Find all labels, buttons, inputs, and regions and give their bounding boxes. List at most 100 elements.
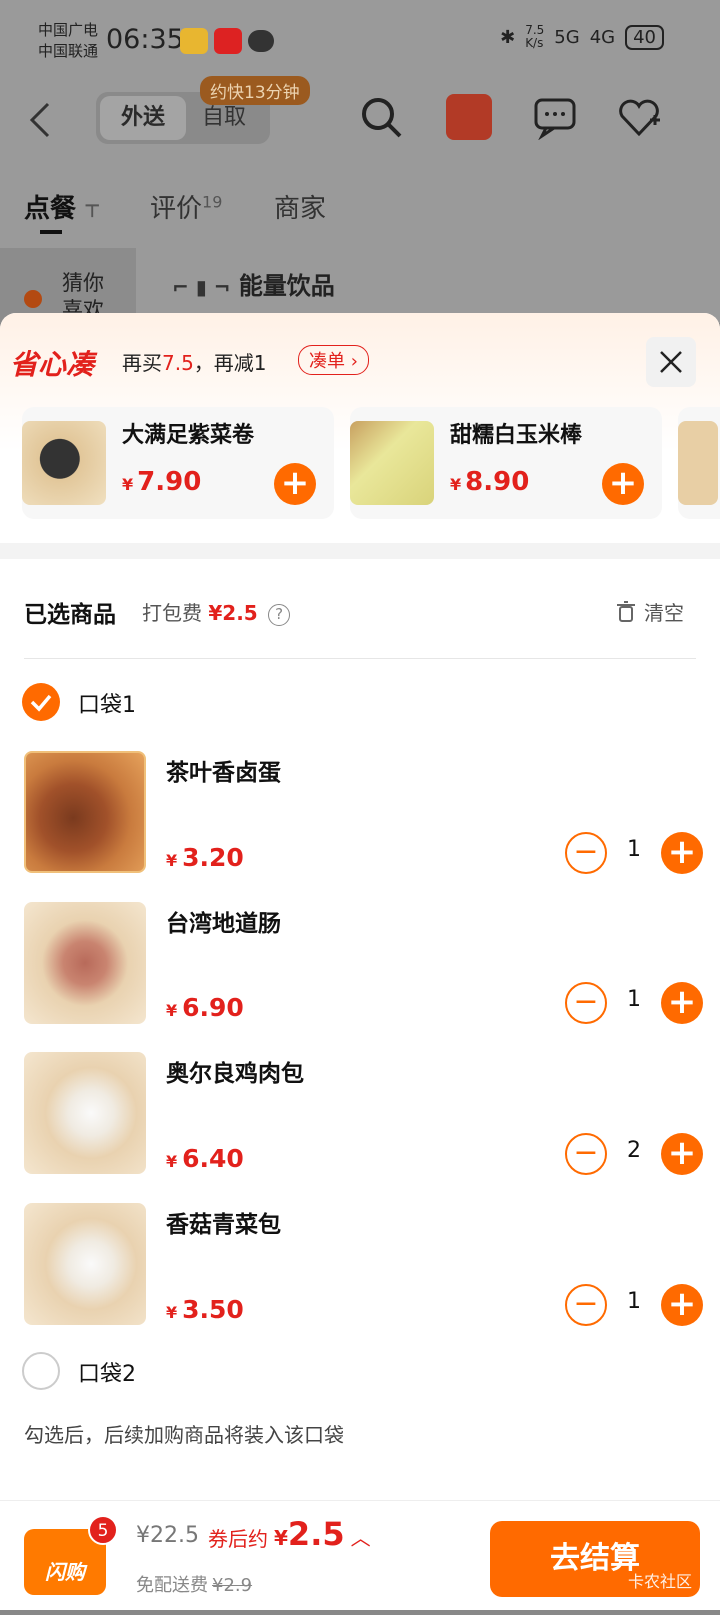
bluetooth-icon: ✱ bbox=[500, 26, 516, 48]
product-image bbox=[24, 1203, 146, 1325]
packing-value: ¥2.5 bbox=[208, 601, 258, 625]
promo-text: 再买7.5，再减1 bbox=[122, 347, 267, 376]
drink-icon: ⌐ ▮ ¬ bbox=[172, 275, 231, 299]
quantity: 1 bbox=[627, 1289, 641, 1314]
price-value: 6.40 bbox=[182, 1144, 244, 1173]
pickup-tip-badge: 约快13分钟 bbox=[200, 76, 310, 105]
add-button[interactable]: + bbox=[602, 463, 644, 505]
checkout-bar: 闪购 5 ¥22.5 券后约 ¥2.5 ︿ 免配送费 ¥2.9 去结算 bbox=[0, 1500, 720, 1610]
tab-order[interactable]: 点餐 ⊤ bbox=[24, 188, 100, 225]
sort-top-icon: ⊤ bbox=[84, 201, 101, 222]
signal-5g: 5G bbox=[554, 26, 580, 48]
item-price: ¥6.40 bbox=[166, 1144, 244, 1173]
recommend-card[interactable]: 甜糯白玉米棒 ¥8.90 + bbox=[350, 407, 662, 519]
close-button[interactable] bbox=[646, 337, 696, 387]
status-time: 06:35 bbox=[106, 24, 184, 55]
price-value: 3.20 bbox=[182, 843, 244, 872]
recommend-card[interactable]: 大满足紫菜卷 ¥7.90 + bbox=[22, 407, 334, 519]
watermark: 卡农社区 bbox=[628, 1572, 693, 1591]
clear-label: 清空 bbox=[644, 601, 684, 625]
packing-label: 打包费 bbox=[142, 601, 202, 625]
delivery-old-price: ¥2.9 bbox=[212, 1575, 253, 1596]
currency: ¥ bbox=[274, 1526, 288, 1550]
tab-order-label: 点餐 bbox=[24, 194, 77, 224]
decrease-button[interactable]: − bbox=[565, 1133, 607, 1175]
combine-button[interactable]: 凑单 › bbox=[298, 345, 369, 375]
increase-button[interactable]: + bbox=[661, 832, 703, 874]
currency: ¥ bbox=[166, 851, 178, 870]
item-name: 奥尔良鸡肉包 bbox=[166, 1061, 304, 1087]
quantity: 2 bbox=[627, 1138, 641, 1163]
promo-suffix: ，再减1 bbox=[193, 351, 267, 375]
product-image bbox=[24, 1052, 146, 1174]
item-name: 香菇青菜包 bbox=[166, 1212, 281, 1238]
background-page: 中国广电 中国联通 06:35 ✱ 7.5 K/s 5G 4G 40 外送 自取… bbox=[0, 0, 720, 323]
tab-delivery[interactable]: 外送 bbox=[100, 96, 186, 140]
product-name: 大满足紫菜卷 bbox=[122, 423, 255, 448]
favorite-add-icon[interactable] bbox=[616, 94, 662, 140]
category-guess[interactable]: 猜你喜欢 bbox=[0, 248, 136, 323]
message-icon bbox=[248, 30, 274, 52]
signal-4g: 4G bbox=[589, 26, 616, 48]
check-icon bbox=[30, 694, 52, 712]
increase-button[interactable]: + bbox=[661, 1133, 703, 1175]
tab-review-label: 评价 bbox=[150, 194, 203, 224]
product-price: ¥8.90 bbox=[450, 467, 529, 497]
clear-button[interactable]: 清空 bbox=[616, 597, 684, 626]
price-value: 3.50 bbox=[182, 1295, 244, 1324]
product-image bbox=[24, 902, 146, 1024]
product-image bbox=[350, 421, 434, 505]
promo-panel: 省心凑 再买7.5，再减1 凑单 › 大满足紫菜卷 ¥7.90 + 甜糯白玉米棒… bbox=[0, 313, 720, 543]
battery-indicator: 40 bbox=[625, 24, 664, 50]
tab-review[interactable]: 评价19 bbox=[150, 188, 222, 225]
promo-prefix: 再买 bbox=[122, 351, 162, 375]
decrease-button[interactable]: − bbox=[565, 1284, 607, 1326]
item-name: 茶叶香卤蛋 bbox=[166, 760, 281, 786]
after-coupon-price[interactable]: ¥2.5 ︿ bbox=[274, 1515, 371, 1553]
price-value: 6.90 bbox=[182, 993, 244, 1022]
decrease-button[interactable]: − bbox=[565, 982, 607, 1024]
xiaohongshu-icon bbox=[214, 28, 242, 54]
close-icon bbox=[660, 351, 682, 373]
currency: ¥ bbox=[166, 1001, 178, 1020]
section-title: ⌐ ▮ ¬ 能量饮品 bbox=[172, 266, 335, 301]
search-icon[interactable] bbox=[358, 94, 404, 140]
red-packet-icon[interactable] bbox=[446, 94, 492, 140]
decrease-button[interactable]: − bbox=[565, 832, 607, 874]
price-value: 8.90 bbox=[465, 467, 530, 497]
bag-checkbox-checked[interactable] bbox=[22, 683, 60, 721]
currency: ¥ bbox=[450, 475, 462, 494]
currency: ¥ bbox=[166, 1303, 178, 1322]
selected-title: 已选商品 bbox=[24, 602, 116, 628]
bag-label: 口袋2 bbox=[78, 1362, 136, 1387]
currency: ¥ bbox=[166, 1152, 178, 1171]
back-icon[interactable] bbox=[26, 100, 56, 140]
chat-icon[interactable] bbox=[532, 94, 578, 140]
tab-underline bbox=[40, 230, 62, 234]
cart-sheet: 省心凑 再买7.5，再减1 凑单 › 大满足紫菜卷 ¥7.90 + 甜糯白玉米棒… bbox=[0, 313, 720, 1610]
add-button[interactable]: + bbox=[274, 463, 316, 505]
packing-fee: 打包费 ¥2.5 ? bbox=[142, 597, 291, 626]
divider bbox=[0, 543, 720, 559]
product-image bbox=[22, 421, 106, 505]
help-icon[interactable]: ? bbox=[268, 603, 291, 626]
item-price: ¥3.50 bbox=[166, 1295, 244, 1324]
separator bbox=[24, 658, 696, 659]
promo-amount: 7.5 bbox=[162, 351, 194, 375]
product-price: ¥7.90 bbox=[122, 467, 201, 497]
bag-checkbox-unchecked[interactable] bbox=[22, 1352, 60, 1390]
product-image bbox=[24, 751, 146, 873]
item-price: ¥3.20 bbox=[166, 843, 244, 872]
status-right: ✱ 7.5 K/s 5G 4G 40 bbox=[500, 24, 664, 50]
product-image bbox=[678, 421, 718, 505]
section-title-label: 能量饮品 bbox=[238, 272, 335, 300]
quantity: 1 bbox=[627, 987, 641, 1012]
promo-brand: 省心凑 bbox=[10, 348, 95, 381]
carrier-info: 中国广电 中国联通 bbox=[38, 20, 98, 62]
tab-merchant[interactable]: 商家 bbox=[274, 188, 326, 225]
trash-icon bbox=[617, 600, 635, 622]
cart-label: 闪购 bbox=[45, 1560, 85, 1584]
recommend-card-partial[interactable] bbox=[678, 407, 720, 519]
increase-button[interactable]: + bbox=[661, 1284, 703, 1326]
increase-button[interactable]: + bbox=[661, 982, 703, 1024]
